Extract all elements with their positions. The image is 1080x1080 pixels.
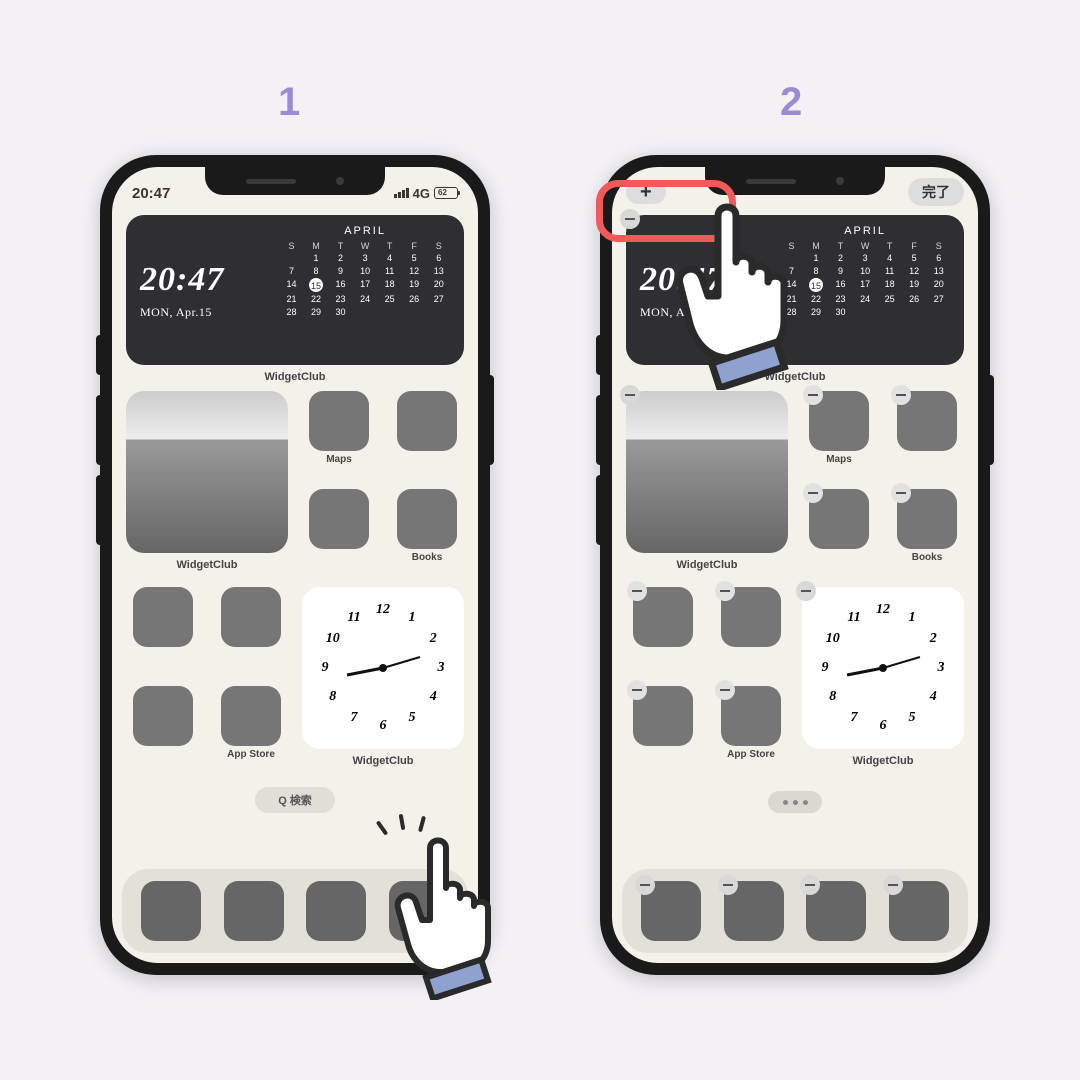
delete-badge-icon[interactable] [620,385,640,405]
network-label: 4G [413,186,430,201]
delete-badge-icon[interactable] [891,483,911,503]
step-number-2: 2 [780,80,802,125]
app-icon-1[interactable] [890,391,964,481]
delete-badge-icon[interactable] [635,875,655,895]
clock-widget[interactable]: 121234567891011 [802,587,964,749]
app-icon-5[interactable] [626,686,700,775]
widget-date: MON, Apr.15 [140,305,270,320]
app-appstore[interactable]: App Store [214,686,288,775]
dock-app-1[interactable] [641,881,701,941]
dock [622,869,968,953]
app-icon-2[interactable] [802,489,876,579]
widget-label-clock: WidgetClub [302,755,464,767]
notch [205,167,385,195]
app-maps[interactable]: Maps [802,391,876,481]
photo-widget-large[interactable] [626,391,788,553]
clock-widget[interactable]: 121234567891011 [302,587,464,749]
app-books[interactable]: Books [890,489,964,579]
calendar-today: 15 [309,278,323,292]
dock-app-4[interactable] [889,881,949,941]
app-appstore[interactable]: App Store [714,686,788,775]
spotlight-search[interactable]: Q 検索 [255,787,335,813]
app-icon-3[interactable] [126,587,200,676]
widget-label-photo: WidgetClub [626,559,788,571]
app-books[interactable]: Books [390,489,464,579]
widget-label-calendar: WidgetClub [126,371,464,383]
delete-badge-icon[interactable] [627,581,647,601]
dock-app-1[interactable] [141,881,201,941]
done-button[interactable]: 完了 [908,178,964,206]
step-number-1: 1 [278,80,300,125]
app-icon-2[interactable] [302,489,376,579]
delete-badge-icon[interactable] [800,875,820,895]
app-icon-4[interactable] [214,587,288,676]
calendar-widget[interactable]: 20:47 MON, Apr.15 APRIL SMTWTFS 123456 7… [126,215,464,365]
delete-badge-icon[interactable] [718,875,738,895]
signal-icon [394,188,409,198]
photo-widget-large[interactable] [126,391,288,553]
delete-badge-icon[interactable] [627,680,647,700]
dock-app-3[interactable] [306,881,366,941]
app-icon-5[interactable] [126,686,200,775]
delete-badge-icon[interactable] [803,483,823,503]
dock-app-3[interactable] [806,881,866,941]
battery-icon: 62 [434,187,458,199]
pointer-hand-icon [660,200,830,390]
app-icon-1[interactable] [390,391,464,481]
widget-label-clock: WidgetClub [802,755,964,767]
delete-badge-icon[interactable] [883,875,903,895]
app-icon-4[interactable] [714,587,788,676]
widget-time: 20:47 [140,261,270,299]
widget-month: APRIL [280,225,450,237]
pointer-hand-icon [380,830,530,1000]
app-maps[interactable]: Maps [302,391,376,481]
status-time: 20:47 [132,185,170,202]
widget-label-photo: WidgetClub [126,559,288,571]
calendar-grid: SMTWTFS 123456 78910111213 1415161718192… [280,241,450,318]
app-icon-3[interactable] [626,587,700,676]
delete-badge-icon[interactable] [715,680,735,700]
search-icon: Q [278,795,287,807]
dock-app-2[interactable] [724,881,784,941]
delete-badge-icon[interactable] [715,581,735,601]
delete-badge-icon[interactable] [891,385,911,405]
page-dots[interactable] [768,791,822,813]
dock-app-2[interactable] [224,881,284,941]
delete-badge-icon[interactable] [796,581,816,601]
